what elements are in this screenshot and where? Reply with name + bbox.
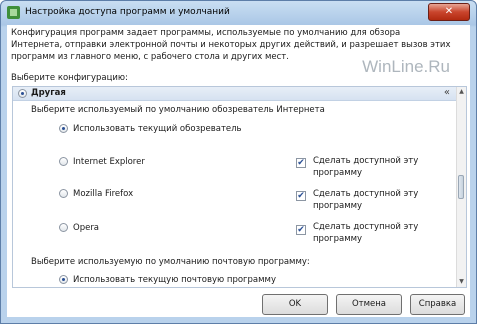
scroll-down-icon[interactable]: ▼ [457,277,466,286]
browser-option-ie[interactable]: Internet Explorer [73,157,145,167]
browser-radio-firefox[interactable] [59,189,68,198]
enable-firefox-label-2: программу [313,201,363,211]
choose-config-label: Выберите конфигурацию: [11,73,128,83]
config-radio-other[interactable] [18,89,27,98]
dialog-window: Настройка доступа программ и умолчаний ✕… [0,0,477,324]
checkbox-enable-opera[interactable]: ✔ [296,225,306,235]
title-bar[interactable]: Настройка доступа программ и умолчаний ✕ [1,1,476,25]
browser-radio-current[interactable] [59,124,68,133]
configuration-panel: Другая « Выберите используемый по умолча… [12,86,467,288]
browser-option-opera[interactable]: Opera [73,223,99,233]
program-access-icon [7,6,20,19]
cancel-button[interactable]: Отмена [336,294,402,315]
help-button[interactable]: Справка [410,294,465,315]
browser-option-current[interactable]: Использовать текущий обозреватель [73,124,242,134]
mail-option-current[interactable]: Использовать текущую почтовую программу [73,275,276,285]
collapse-icon[interactable]: « [444,87,450,98]
browser-radio-opera[interactable] [59,223,68,232]
browser-radio-ie[interactable] [59,157,68,166]
enable-opera-label-1: Сделать доступной эту [313,222,419,232]
mail-radio-current[interactable] [59,275,68,284]
browser-prompt: Выберите используемый по умолчанию обозр… [31,105,325,115]
vertical-scrollbar[interactable]: ▲ ▼ [456,87,466,287]
section-header-other[interactable]: Другая « [13,87,456,101]
enable-opera-label-2: программу [313,234,363,244]
close-button[interactable]: ✕ [428,3,470,21]
scroll-thumb[interactable] [458,175,464,199]
checkbox-enable-firefox[interactable]: ✔ [296,191,306,201]
enable-ie-label-2: программу [313,168,363,178]
mail-prompt: Выберите используемую по умолчанию почто… [31,257,310,267]
dialog-body: Конфигурация программ задает программы, … [7,25,470,317]
ok-button[interactable]: OK [262,294,328,315]
checkbox-enable-ie[interactable]: ✔ [296,158,306,168]
window-title: Настройка доступа программ и умолчаний [25,7,230,17]
enable-firefox-label-1: Сделать доступной эту [313,189,419,199]
watermark: WinLine.Ru [362,57,450,76]
scroll-up-icon[interactable]: ▲ [457,87,466,96]
section-title: Другая [31,88,66,98]
browser-option-firefox[interactable]: Mozilla Firefox [73,189,133,199]
enable-ie-label-1: Сделать доступной эту [313,156,419,166]
